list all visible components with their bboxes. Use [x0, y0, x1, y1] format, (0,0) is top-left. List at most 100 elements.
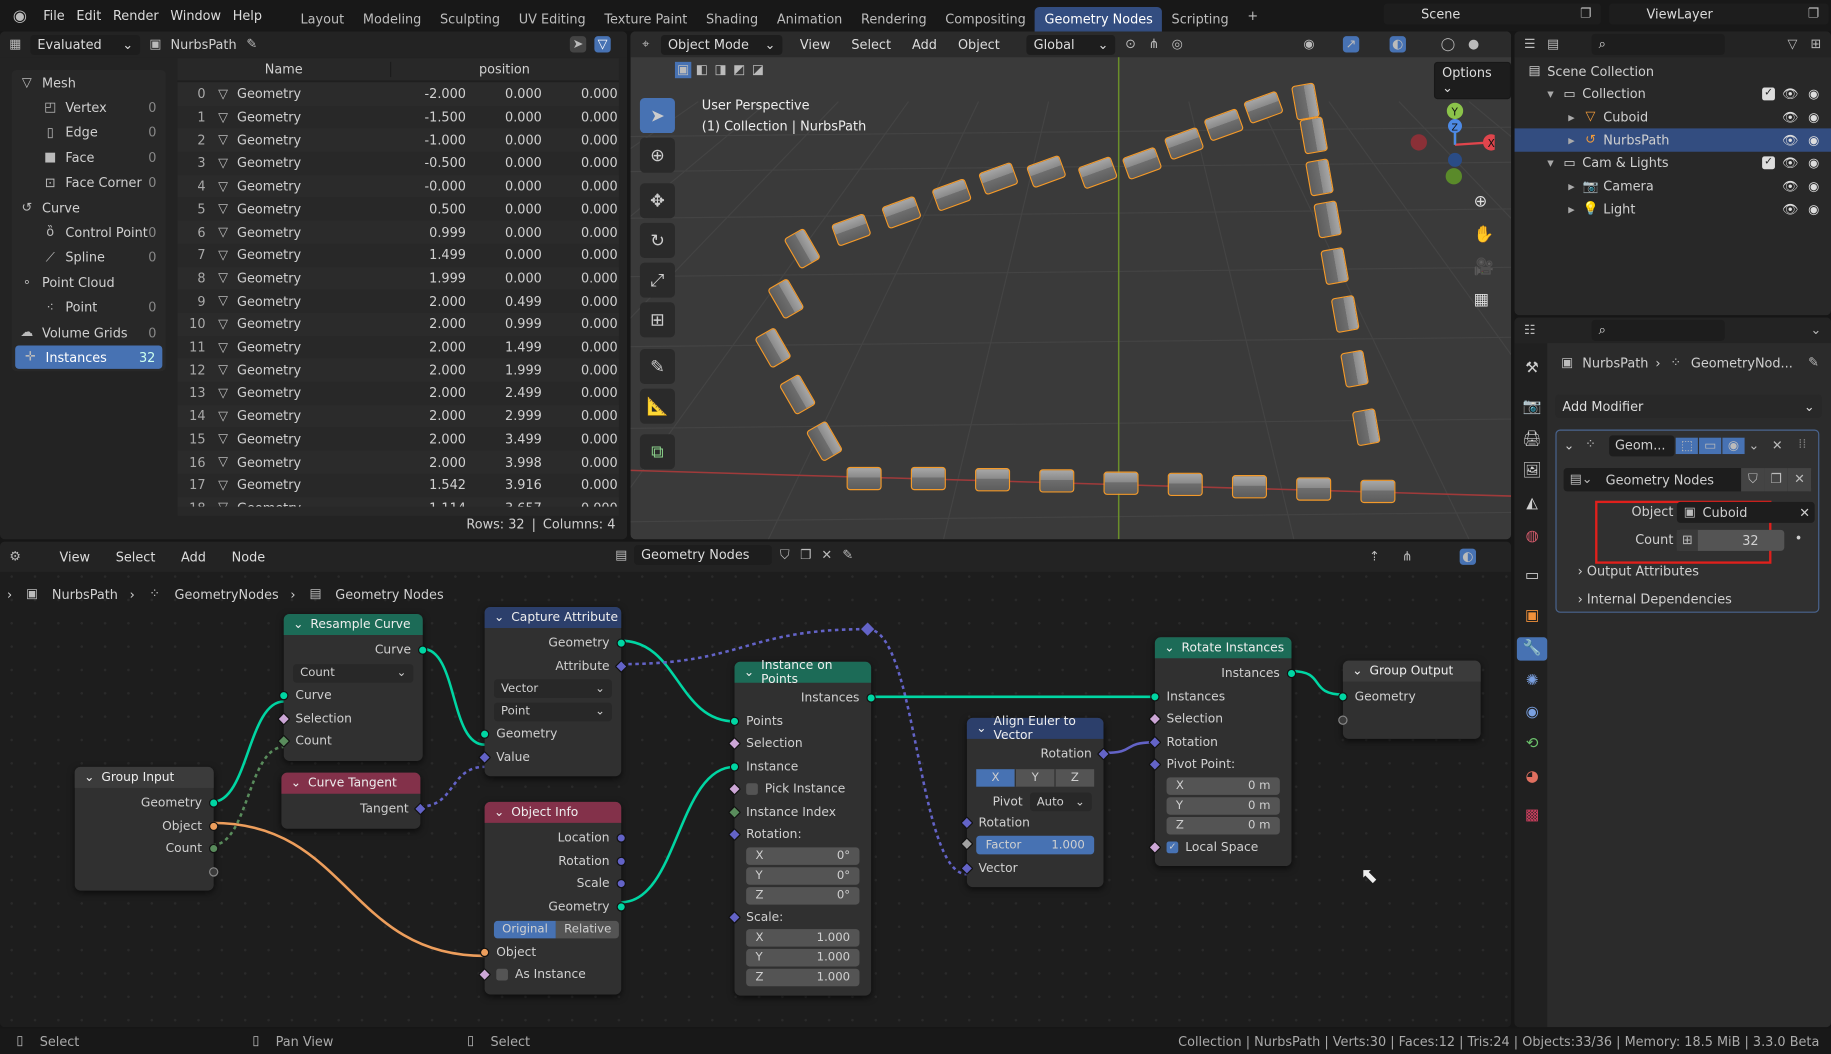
socket-geometry[interactable]	[729, 761, 740, 771]
world-tab-icon[interactable]: ◍	[1520, 525, 1543, 548]
dataset-point-cloud[interactable]: ∘ Point Cloud	[12, 271, 164, 294]
gizmo-icon[interactable]: ↗	[1342, 36, 1360, 53]
physics-tab-icon[interactable]: ◉	[1520, 701, 1543, 724]
toggle-relative[interactable]: Relative	[556, 920, 620, 939]
socket-geometry[interactable]	[616, 638, 626, 648]
socket-geometry[interactable]	[418, 645, 428, 655]
field-z[interactable]: Z 0 m	[1166, 816, 1280, 834]
node-link[interactable]	[1103, 741, 1155, 755]
instance-cube[interactable]	[846, 466, 882, 491]
dataset-edge[interactable]: ▯ Edge 0	[12, 121, 164, 144]
instance-cube[interactable]	[1296, 477, 1332, 501]
checkbox[interactable]	[496, 968, 508, 981]
add-cube-tool[interactable]: ⧉	[639, 434, 675, 470]
clear-icon[interactable]: ✕	[1799, 505, 1810, 520]
dataset-instances[interactable]: ✛ Instances 32	[15, 345, 163, 370]
field-y[interactable]: Y 0 m	[1166, 796, 1280, 815]
attribute-toggle-icon[interactable]: ⊞	[1676, 529, 1698, 551]
outliner-item-cam-lights[interactable]: ▾ ▭ Cam & Lights ✓ 👁 ◉	[1515, 151, 1831, 174]
perspective-toggle-icon[interactable]: ▦	[1474, 291, 1494, 310]
node-link[interactable]	[867, 627, 968, 876]
dataset-mesh[interactable]: ▽ Mesh	[12, 71, 164, 94]
menu-file[interactable]: File	[37, 6, 70, 26]
menu-object[interactable]: Object	[952, 34, 1006, 54]
transform-tool[interactable]: ⊞	[639, 302, 675, 338]
outliner-item-nurbspath[interactable]: ▸ ↺ NurbsPath 👁 ◉	[1514, 128, 1831, 152]
collapse-chevron-icon[interactable]: ⌄	[494, 610, 504, 624]
expand-arrow-icon[interactable]: ▸	[1568, 133, 1582, 148]
outliner-item-camera[interactable]: ▸ 📷 Camera 👁 ◉	[1515, 174, 1831, 197]
blender-logo-icon[interactable]: ◉	[12, 8, 28, 24]
dataset-control-point[interactable]: ȍ Control Point 0	[12, 221, 164, 244]
visibility-icon[interactable]: ◉	[1301, 36, 1317, 52]
view-layer-selector[interactable]: ViewLayer ❐	[1609, 3, 1829, 25]
mode-dropdown[interactable]: Object Mode ⌄	[660, 34, 783, 55]
field-z[interactable]: Z 0°	[746, 886, 860, 904]
socket-geometry[interactable]	[279, 690, 289, 701]
outliner-item-scene-collection[interactable]: ▤ Scene Collection	[1515, 60, 1831, 83]
tab-texture-paint[interactable]: Texture Paint	[595, 7, 697, 32]
outliner-item-collection[interactable]: ▾ ▭ Collection ✓ 👁 ◉	[1515, 83, 1831, 106]
node-capture-attribute[interactable]: ⌄ Capture Attribute Geometry Attribute Vecto…	[478, 606, 628, 777]
fake-user-shield-icon[interactable]: ⛉	[1741, 468, 1765, 492]
outliner-search[interactable]: ⌕	[1591, 33, 1725, 55]
rotate-tool[interactable]: ↻	[639, 222, 675, 258]
instance-cube[interactable]	[1039, 469, 1075, 493]
pan-hand-icon[interactable]: ✋	[1474, 225, 1494, 244]
expand-arrow-icon[interactable]: ▸	[1568, 110, 1582, 125]
collection-tab-icon[interactable]: ▭	[1520, 565, 1543, 588]
dataset-spline[interactable]: ⟋ Spline 0	[12, 246, 164, 269]
node-group-output[interactable]: ⌄ Group Output Geometry	[1338, 660, 1481, 739]
pin-icon[interactable]: ✎	[244, 36, 260, 52]
socket-geometry[interactable]	[1338, 692, 1348, 702]
select-intersect-icon[interactable]: ◪	[750, 62, 766, 78]
node-header[interactable]: ⌄ Curve Tangent	[281, 772, 421, 794]
unlink-icon[interactable]: ✕	[1787, 468, 1812, 492]
properties-search[interactable]: ⌕	[1591, 319, 1725, 341]
add-workspace-button[interactable]: +	[1238, 4, 1267, 29]
tool-tab-icon[interactable]: ⚒	[1520, 357, 1543, 380]
dataset-point[interactable]: ⁖ Point 0	[12, 296, 164, 319]
close-icon[interactable]: ✕	[1769, 438, 1785, 454]
menu-window[interactable]: Window	[165, 6, 227, 26]
collapse-chevron-icon[interactable]: ⌄	[976, 721, 986, 735]
node-group-selector[interactable]: ▤⌄ Geometry Nodes ⛉ ❐ ✕	[1563, 468, 1812, 492]
tab-rendering[interactable]: Rendering	[852, 7, 936, 32]
socket-object[interactable]	[209, 821, 219, 831]
output-tab-icon[interactable]: 🖨	[1520, 428, 1543, 451]
tab-uv-editing[interactable]: UV Editing	[509, 7, 595, 32]
axis-x[interactable]: X	[976, 768, 1015, 787]
filter-icon[interactable]: ▽	[1784, 36, 1800, 52]
pivot-icon[interactable]: ⊙	[1122, 36, 1138, 52]
instance-cube[interactable]	[1360, 479, 1396, 504]
dataset-vertex[interactable]: ◰ Vertex 0	[12, 96, 164, 119]
eye-icon[interactable]: 👁	[1782, 156, 1798, 171]
menu-render[interactable]: Render	[107, 6, 164, 26]
filter-icon[interactable]: ▽	[594, 36, 611, 53]
node-header[interactable]: ⌄ Align Euler to Vector	[966, 714, 1104, 742]
menu-select[interactable]: Select	[846, 34, 897, 54]
node-header[interactable]: ⌄ Capture Attribute	[484, 606, 622, 628]
socket-vector[interactable]	[616, 878, 626, 889]
socket-geometry[interactable]	[209, 798, 219, 808]
duplicate-icon[interactable]: ❐	[1764, 468, 1788, 492]
socket-empty[interactable]	[209, 866, 219, 876]
pivot-dropdown[interactable]: Auto ⌄	[1029, 792, 1092, 812]
checkbox-pick-instance[interactable]: Pick Instance	[727, 779, 872, 800]
constraints-tab-icon[interactable]: ⟲	[1520, 733, 1543, 756]
scene-selector[interactable]: Scene ❐	[1383, 3, 1601, 25]
tab-geometry-nodes[interactable]: Geometry Nodes	[1035, 7, 1163, 32]
collapse-chevron-icon[interactable]: ⌄	[84, 770, 94, 784]
menu-view[interactable]: View	[794, 34, 836, 54]
field-y[interactable]: Y 1.000	[746, 948, 860, 967]
measure-tool[interactable]: 📐	[639, 388, 675, 424]
annotate-tool[interactable]: ✎	[639, 348, 675, 385]
node-link[interactable]	[1291, 669, 1343, 696]
tab-animation[interactable]: Animation	[767, 7, 851, 32]
node-editor[interactable]: ⚙ View Select Add Node ▤ Geometry Nodes ⛉ ❐ ✕…	[0, 541, 1512, 1028]
scene-tab-icon[interactable]: ◭	[1520, 493, 1543, 516]
axis-z[interactable]: Z	[1054, 768, 1095, 787]
select-invert-icon[interactable]: ◩	[731, 62, 747, 78]
new-collection-icon[interactable]: ⊞	[1808, 36, 1824, 52]
dataset-volume-grids[interactable]: ☁ Volume Grids 0	[12, 321, 164, 344]
